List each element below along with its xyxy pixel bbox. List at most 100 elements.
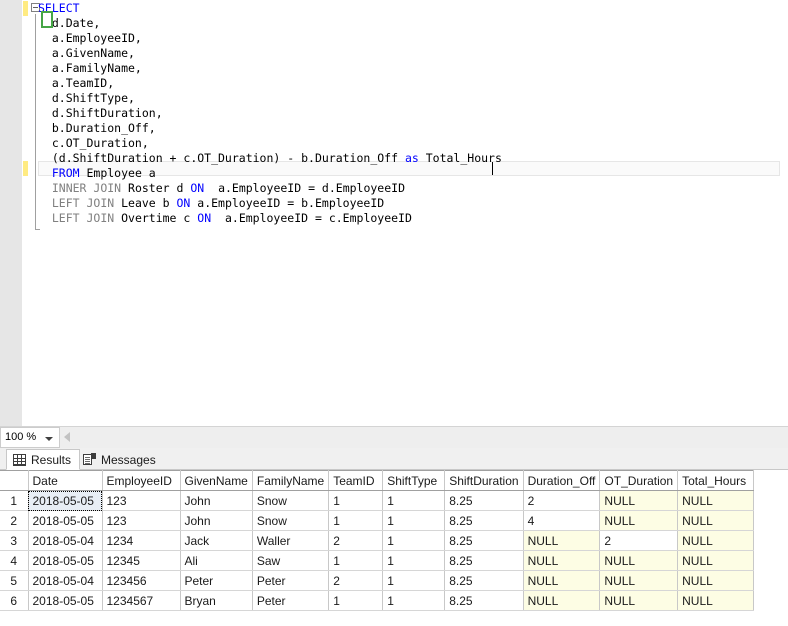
grid-cell[interactable]: 2018-05-05 <box>28 590 103 611</box>
column-header-shifttype[interactable]: ShiftType <box>382 470 446 491</box>
grid-cell[interactable]: NULL <box>599 570 679 591</box>
row-number-cell[interactable]: 1 <box>0 490 29 511</box>
grid-cell[interactable]: NULL <box>677 570 755 591</box>
column-header-date[interactable]: Date <box>28 470 103 491</box>
row-number-cell[interactable]: 2 <box>0 510 29 531</box>
grid-cell[interactable]: 2018-05-04 <box>28 530 103 551</box>
grid-cell[interactable]: 2 <box>328 570 384 591</box>
grid-cell[interactable]: Jack <box>180 530 253 551</box>
grid-cell[interactable]: Peter <box>180 570 253 591</box>
grid-cell[interactable]: 1 <box>382 510 446 531</box>
grid-cell[interactable]: 123 <box>102 510 181 531</box>
grid-cell[interactable]: NULL <box>677 490 755 511</box>
tab-messages[interactable]: Messages <box>77 449 164 470</box>
grid-cell[interactable]: NULL <box>677 590 755 611</box>
grid-cell[interactable]: NULL <box>599 510 679 531</box>
table-row[interactable]: 5 2018-05-04 123456 Peter Peter 2 1 8.25 NULL NUL… <box>0 570 755 591</box>
code-line-11[interactable]: (d.ShiftDuration + c.OT_Duration) - b.Du… <box>32 151 502 166</box>
table-row[interactable]: 4 2018-05-05 12345 Ali Saw 1 1 8.25 NULL NULL NULL <box>0 550 755 571</box>
grid-cell[interactable]: Peter <box>252 590 330 611</box>
scroll-left-arrow-icon[interactable] <box>64 432 70 442</box>
table-row[interactable]: 6 2018-05-05 1234567 Bryan Peter 1 1 8.25 NULL NU… <box>0 590 755 611</box>
grid-cell[interactable]: John <box>180 490 253 511</box>
code-line-5[interactable]: a.FamilyName, <box>32 61 502 76</box>
code-line-8[interactable]: d.ShiftDuration, <box>32 106 502 121</box>
code-line-12[interactable]: FROM Employee a <box>32 166 502 181</box>
zoom-level-dropdown[interactable]: 100 % <box>0 427 60 448</box>
grid-cell[interactable]: 1 <box>382 530 446 551</box>
column-header-duration_off[interactable]: Duration_Off <box>523 470 601 491</box>
grid-cell[interactable]: NULL <box>523 590 601 611</box>
tab-results[interactable]: Results <box>6 449 81 470</box>
results-grid[interactable]: Date EmployeeID GivenName FamilyName TeamID S… <box>0 470 755 611</box>
grid-cell[interactable]: NULL <box>599 550 679 571</box>
code-line-13[interactable]: INNER JOIN Roster d ON a.EmployeeID = d.… <box>32 181 502 196</box>
grid-cell[interactable]: NULL <box>677 550 755 571</box>
grid-cell[interactable]: 1 <box>328 510 384 531</box>
code-line-2[interactable]: d.Date, <box>32 16 502 31</box>
code-line-14[interactable]: LEFT JOIN Leave b ON a.EmployeeID = b.Em… <box>32 196 502 211</box>
column-header-employeeid[interactable]: EmployeeID <box>102 470 181 491</box>
grid-cell[interactable]: 2 <box>599 530 679 551</box>
results-grid-container[interactable]: Date EmployeeID GivenName FamilyName TeamID S… <box>0 470 788 626</box>
grid-cell[interactable]: NULL <box>599 590 679 611</box>
grid-cell[interactable]: 2018-05-04 <box>28 570 103 591</box>
grid-cell[interactable]: 2 <box>328 530 384 551</box>
code-line-9[interactable]: b.Duration_Off, <box>32 121 502 136</box>
grid-cell[interactable]: 1 <box>328 590 384 611</box>
table-body[interactable]: 1 2018-05-05 123 John Snow 1 1 8.25 2 NULL NULL 2 20… <box>0 490 755 611</box>
grid-cell[interactable]: 8.25 <box>444 490 524 511</box>
grid-cell[interactable]: NULL <box>677 530 755 551</box>
code-line-6[interactable]: a.TeamID, <box>32 76 502 91</box>
grid-cell[interactable]: NULL <box>677 510 755 531</box>
grid-cell[interactable]: Peter <box>252 570 330 591</box>
grid-cell[interactable]: 12345 <box>102 550 181 571</box>
row-number-cell[interactable]: 4 <box>0 550 29 571</box>
grid-cell[interactable]: 2018-05-05 <box>28 490 103 511</box>
grid-cell[interactable]: 2018-05-05 <box>28 510 103 531</box>
grid-cell[interactable]: NULL <box>523 530 601 551</box>
grid-cell[interactable]: 1 <box>382 590 446 611</box>
column-header-familyname[interactable]: FamilyName <box>252 470 330 491</box>
row-number-cell[interactable]: 6 <box>0 590 29 611</box>
grid-cell[interactable]: NULL <box>523 550 601 571</box>
grid-cell[interactable]: 1 <box>328 550 384 571</box>
sql-code-text[interactable]: SELECT d.Date, a.EmployeeID, a.GivenName… <box>32 1 502 226</box>
grid-cell[interactable]: Saw <box>252 550 330 571</box>
grid-cell[interactable]: 123 <box>102 490 181 511</box>
table-row[interactable]: 2 2018-05-05 123 John Snow 1 1 8.25 4 NULL NULL <box>0 510 755 531</box>
column-header-total_hours[interactable]: Total_Hours <box>677 470 755 491</box>
chevron-down-icon[interactable] <box>45 437 53 441</box>
grid-cell[interactable]: Ali <box>180 550 253 571</box>
grid-cell[interactable]: 1234 <box>102 530 181 551</box>
table-row[interactable]: 1 2018-05-05 123 John Snow 1 1 8.25 2 NULL NULL <box>0 490 755 511</box>
grid-cell[interactable]: 1 <box>382 490 446 511</box>
grid-cell[interactable]: Waller <box>252 530 330 551</box>
grid-cell[interactable]: Snow <box>252 510 330 531</box>
grid-cell[interactable]: 1 <box>382 570 446 591</box>
code-line-1[interactable]: SELECT <box>32 1 502 16</box>
sql-editor-pane[interactable]: SELECT d.Date, a.EmployeeID, a.GivenName… <box>0 0 788 426</box>
code-line-4[interactable]: a.GivenName, <box>32 46 502 61</box>
column-header-givenname[interactable]: GivenName <box>180 470 253 491</box>
code-line-3[interactable]: a.EmployeeID, <box>32 31 502 46</box>
grid-cell[interactable]: 8.25 <box>444 570 524 591</box>
grid-cell[interactable]: 8.25 <box>444 510 524 531</box>
grid-cell[interactable]: 8.25 <box>444 550 524 571</box>
code-line-10[interactable]: c.OT_Duration, <box>32 136 502 151</box>
grid-cell[interactable]: Bryan <box>180 590 253 611</box>
code-line-7[interactable]: d.ShiftType, <box>32 91 502 106</box>
column-header-shiftduration[interactable]: ShiftDuration <box>444 470 524 491</box>
grid-cell[interactable]: 2 <box>523 490 601 511</box>
grid-cell[interactable]: 123456 <box>102 570 181 591</box>
column-header-ot_duration[interactable]: OT_Duration <box>599 470 679 491</box>
row-number-cell[interactable]: 3 <box>0 530 29 551</box>
column-header-teamid[interactable]: TeamID <box>328 470 384 491</box>
grid-cell[interactable]: 1 <box>328 490 384 511</box>
row-number-cell[interactable]: 5 <box>0 570 29 591</box>
code-line-15[interactable]: LEFT JOIN Overtime c ON a.EmployeeID = c… <box>32 211 502 226</box>
grid-cell[interactable]: NULL <box>523 570 601 591</box>
grid-cell[interactable]: 1 <box>382 550 446 571</box>
grid-cell[interactable]: 8.25 <box>444 530 524 551</box>
grid-cell[interactable]: NULL <box>599 490 679 511</box>
